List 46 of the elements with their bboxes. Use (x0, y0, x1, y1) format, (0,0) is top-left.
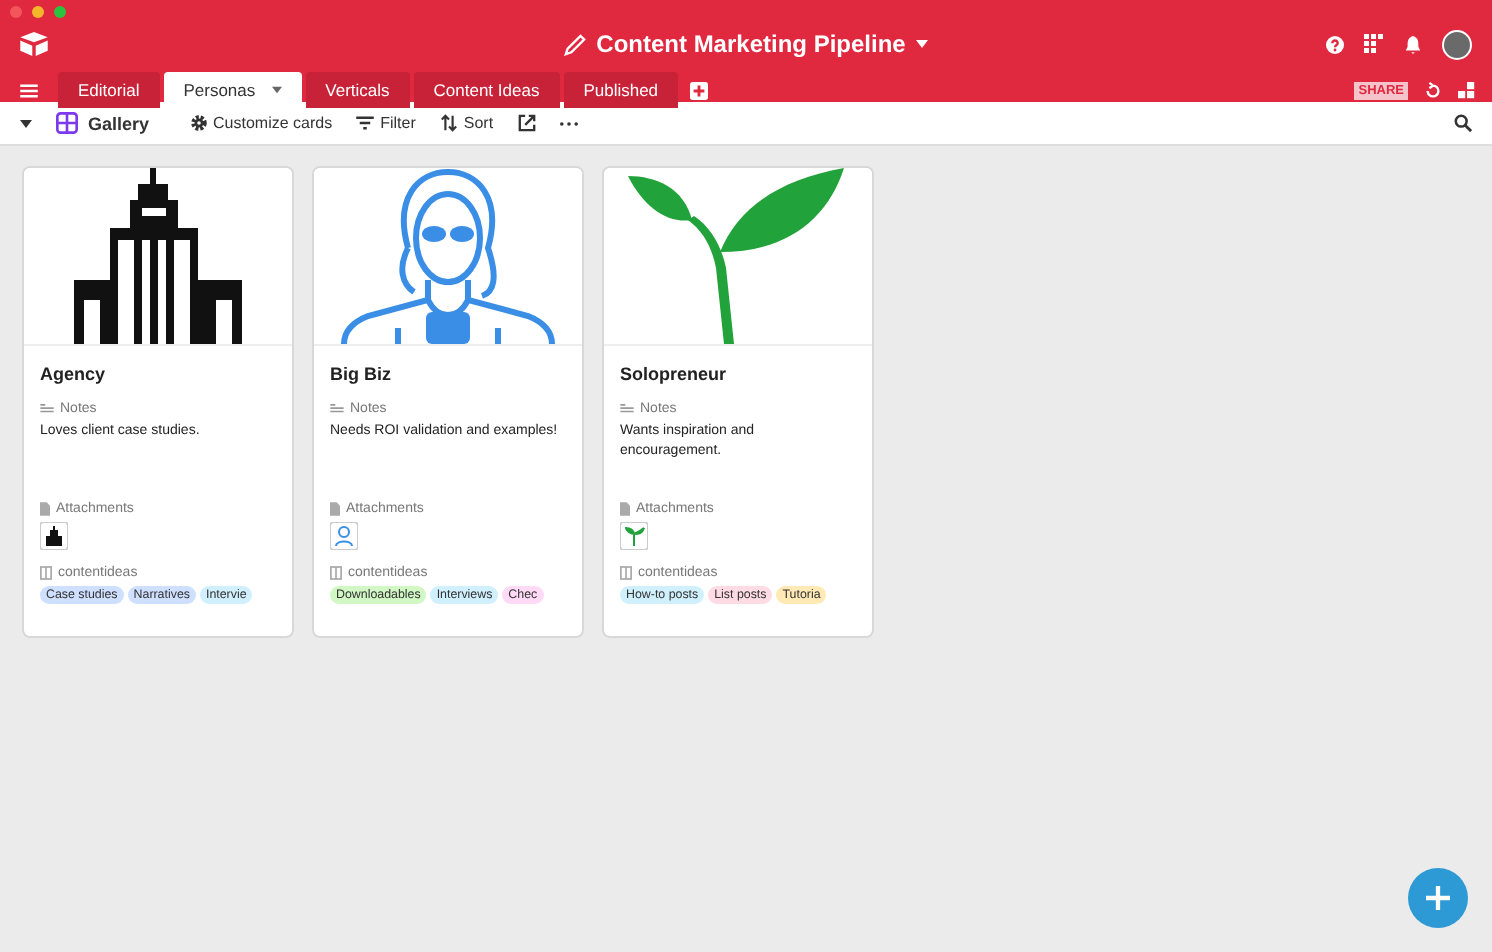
logo-icon[interactable] (20, 32, 48, 56)
card-title: Big Biz (330, 364, 393, 384)
plus-icon (1426, 886, 1450, 910)
document-icon (40, 502, 50, 516)
share-view-icon[interactable] (517, 114, 536, 132)
card-title: Agency (40, 364, 108, 384)
blocks-icon[interactable] (1458, 81, 1476, 99)
linked-records-icon (40, 566, 52, 580)
gallery-icon (56, 112, 78, 134)
apps-grid-icon[interactable] (1364, 34, 1384, 54)
long-text-icon (620, 404, 634, 414)
gear-icon (189, 114, 208, 132)
add-record-button[interactable] (1408, 868, 1468, 928)
sort-button[interactable]: Sort (439, 114, 494, 132)
document-icon (330, 502, 340, 516)
table-tab[interactable]: Verticals (305, 72, 410, 108)
sprout-thumbnail[interactable] (620, 522, 648, 550)
search-icon[interactable] (1454, 114, 1472, 132)
view-switcher[interactable]: Gallery (56, 112, 150, 134)
base-title[interactable]: Content Marketing Pipeline (596, 30, 906, 58)
table-tab[interactable]: Personas (163, 72, 302, 108)
add-table-icon[interactable] (690, 81, 709, 99)
history-icon[interactable] (1424, 81, 1442, 99)
document-icon (620, 502, 630, 516)
filter-icon (356, 116, 375, 130)
table-tab[interactable]: Published (563, 72, 679, 108)
filter-button[interactable]: Filter (356, 114, 416, 132)
caret-icon[interactable] (271, 86, 282, 94)
customize-cards-button[interactable]: Customize cards (189, 114, 333, 132)
minimize-window-button[interactable] (32, 6, 44, 18)
long-text-icon (330, 404, 344, 414)
building-thumbnail[interactable] (40, 522, 68, 550)
woman-figure-thumbnail[interactable] (330, 522, 358, 550)
pencil-icon (564, 33, 587, 55)
card-title: Solopreneur (620, 364, 729, 384)
bell-icon[interactable] (1404, 35, 1422, 53)
sort-icon (439, 114, 458, 132)
avatar[interactable] (1442, 29, 1472, 59)
long-text-icon (40, 404, 54, 414)
caret-icon[interactable] (20, 119, 32, 127)
linked-records-icon (330, 566, 342, 580)
help-icon[interactable] (1326, 35, 1344, 53)
linked-records-icon (620, 566, 632, 580)
menu-icon[interactable] (20, 83, 38, 97)
table-tab[interactable]: Content Ideas (413, 72, 560, 108)
table-tab[interactable]: Editorial (58, 72, 160, 108)
